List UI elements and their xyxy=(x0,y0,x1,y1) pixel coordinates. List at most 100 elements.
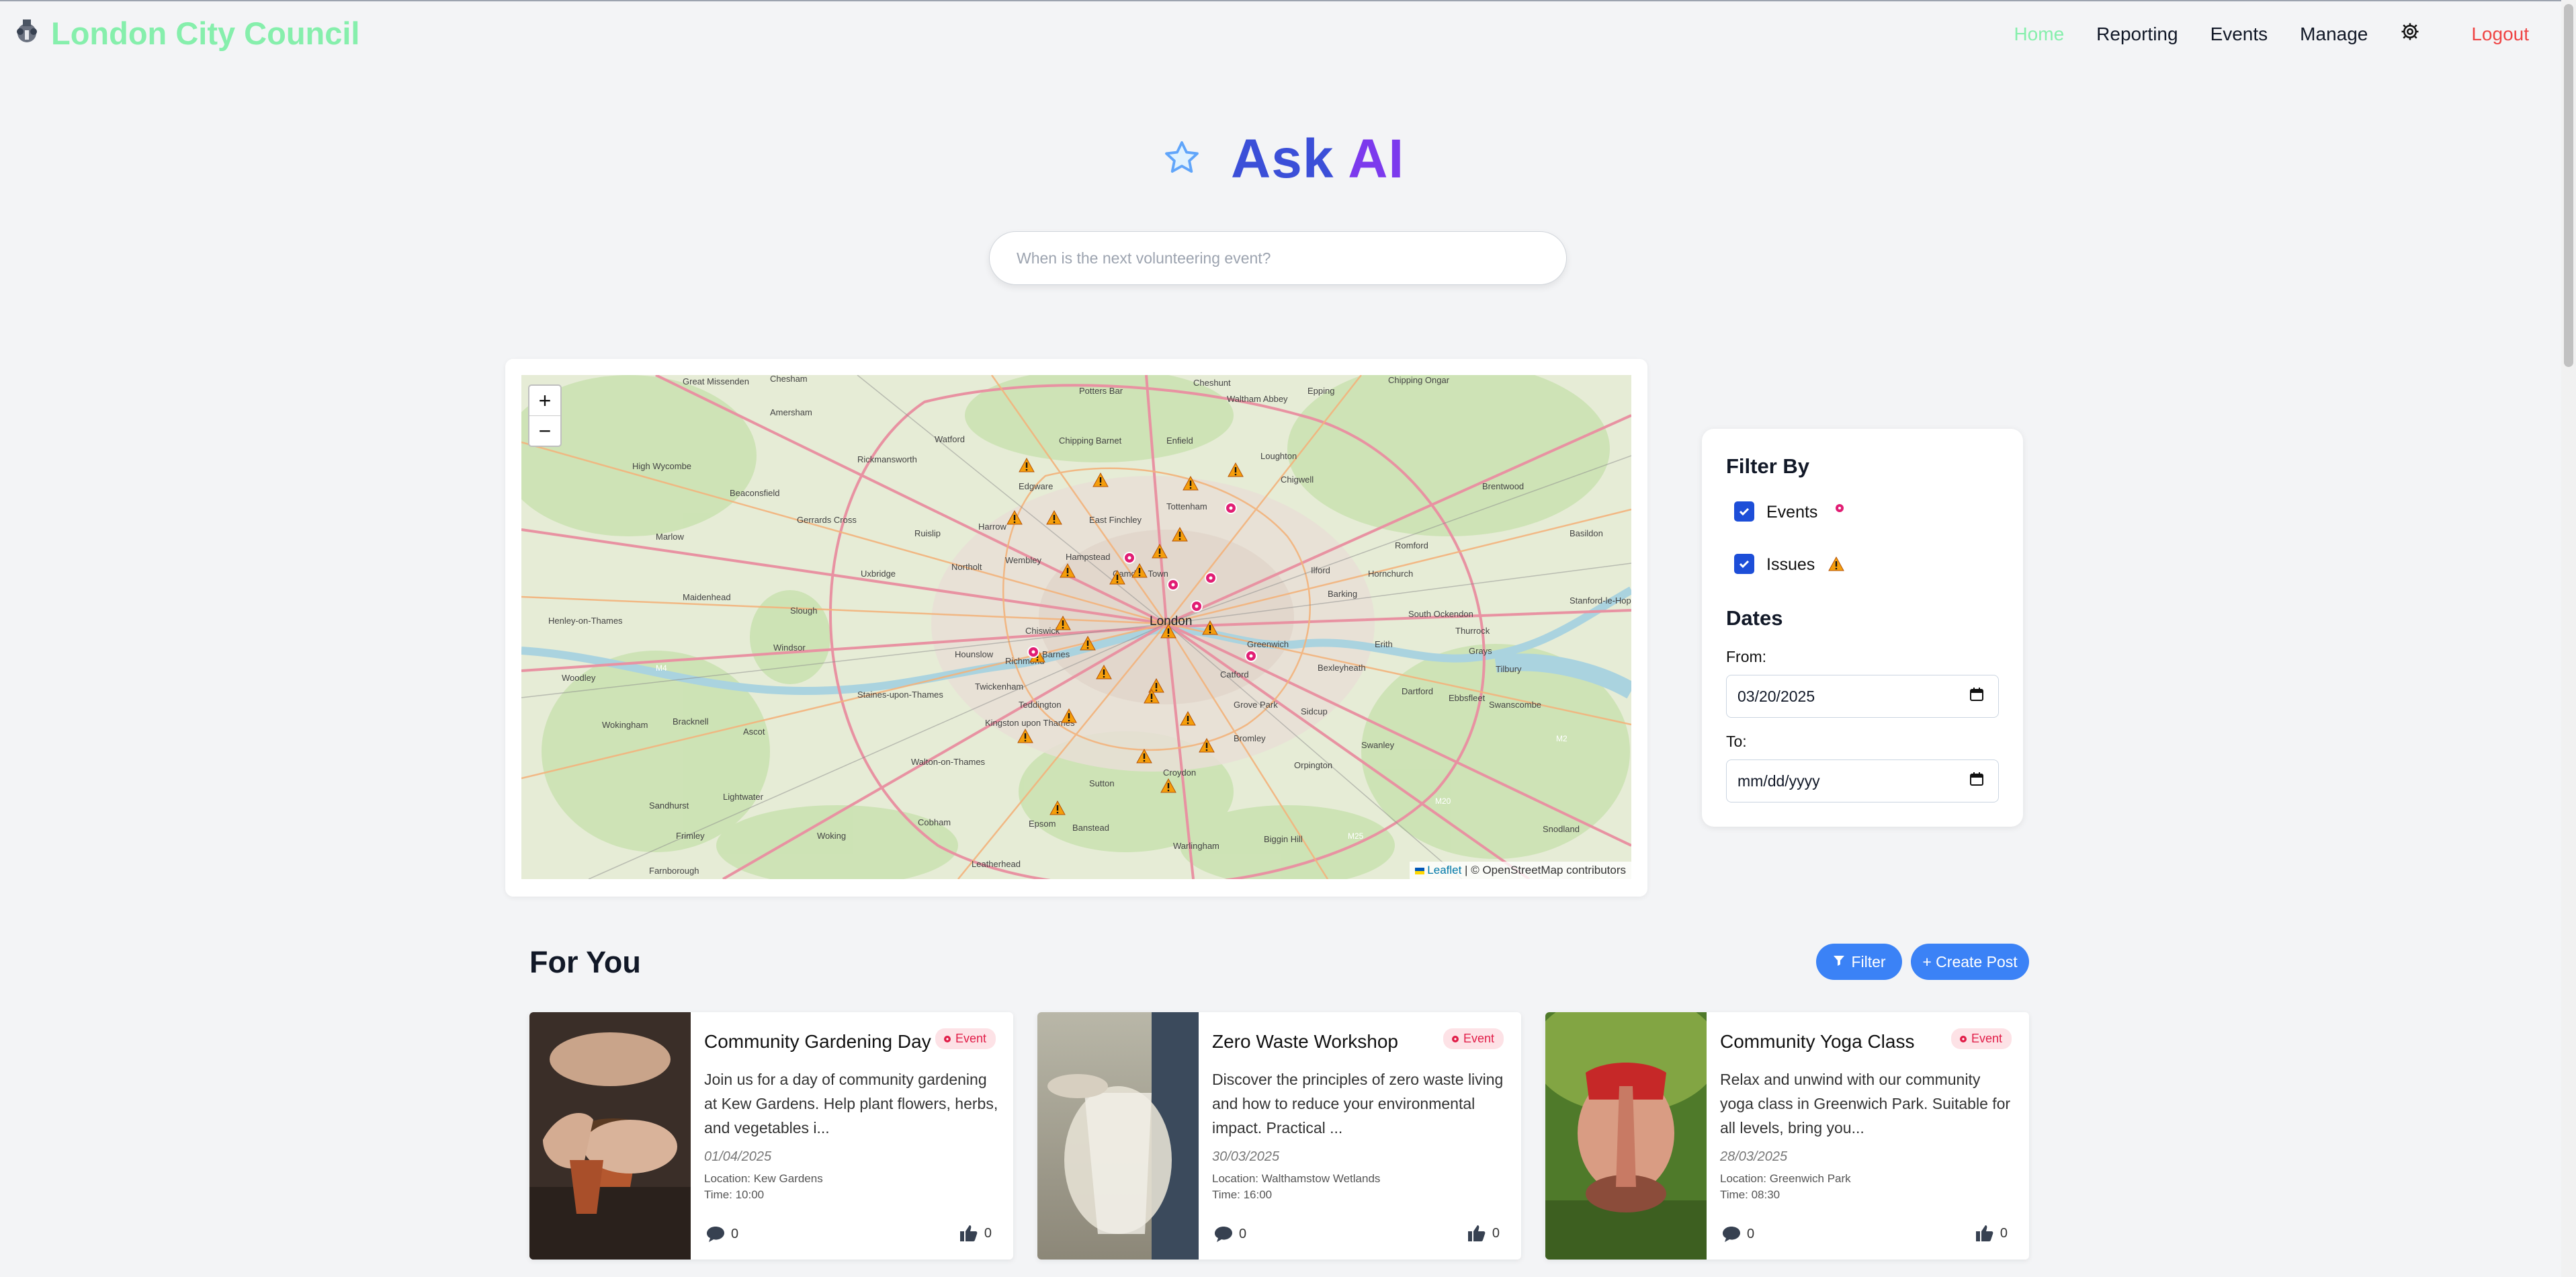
ukraine-flag-icon xyxy=(1414,867,1424,874)
feed-card[interactable]: Community Yoga Class Event Relax and unw… xyxy=(1545,1012,2029,1260)
events-checkbox[interactable] xyxy=(1734,501,1754,522)
map-label: M4 xyxy=(656,663,667,673)
map-label: Epping xyxy=(1307,386,1334,396)
post-location: Location: Kew Gardens xyxy=(704,1172,823,1185)
ask-ai-search-input[interactable] xyxy=(989,231,1567,285)
post-title[interactable]: Zero Waste Workshop xyxy=(1212,1031,1398,1053)
map-label: Chesham xyxy=(770,375,808,384)
comments-button[interactable]: 0 xyxy=(1213,1225,1246,1243)
map-label: High Wycombe xyxy=(632,461,691,471)
feed-card[interactable]: Zero Waste Workshop Event Discover the p… xyxy=(1037,1012,1521,1260)
zoom-out-button[interactable]: − xyxy=(529,416,560,446)
zoom-in-button[interactable]: + xyxy=(529,386,560,416)
map-label: Northolt xyxy=(951,562,982,572)
event-tag-label: Event xyxy=(955,1032,986,1045)
logout-link[interactable]: Logout xyxy=(2471,24,2529,45)
nav-home-link[interactable]: Home xyxy=(2014,24,2064,45)
dates-heading: Dates xyxy=(1726,606,1783,630)
post-date: 28/03/2025 xyxy=(1720,1149,1788,1164)
like-count: 0 xyxy=(2000,1225,2008,1241)
like-button[interactable]: 0 xyxy=(1975,1223,2008,1243)
map-label: Warlingham xyxy=(1173,841,1219,851)
map-label: Gerrards Cross xyxy=(797,515,857,525)
map-label: Marlow xyxy=(656,532,685,542)
map-label: Waltham Abbey xyxy=(1227,394,1288,404)
map-label: Snodland xyxy=(1543,824,1580,834)
map-label: Beaconsfield xyxy=(730,488,779,498)
map-label: Watford xyxy=(935,434,965,444)
issues-checkbox[interactable] xyxy=(1734,554,1754,574)
map-label: Edgware xyxy=(1019,481,1053,491)
page-scrollbar[interactable] xyxy=(2561,0,2576,1277)
ask-word: Ask xyxy=(1231,128,1334,190)
map-label: M25 xyxy=(1348,831,1364,841)
map-label: Barking xyxy=(1328,589,1357,599)
issues-checkbox-label: Issues xyxy=(1766,555,1815,574)
to-label: To: xyxy=(1726,733,1747,750)
map-label: Uxbridge xyxy=(861,569,896,579)
map-label: Catford xyxy=(1220,669,1249,679)
comments-button[interactable]: 0 xyxy=(1721,1225,1754,1243)
map-label: Walton-on-Thames xyxy=(911,757,986,767)
post-title[interactable]: Community Yoga Class xyxy=(1720,1031,1914,1053)
map-label: Chipping Ongar xyxy=(1388,375,1450,385)
like-button[interactable]: 0 xyxy=(1467,1223,1500,1243)
post-date: 30/03/2025 xyxy=(1212,1149,1280,1164)
feed-filter-label: Filter xyxy=(1851,952,1886,971)
map-label: M2 xyxy=(1556,734,1568,743)
map-label: Wokingham xyxy=(602,720,648,730)
map-label: Ruislip xyxy=(914,528,941,538)
map-label: Sidcup xyxy=(1301,706,1328,716)
comment-count: 0 xyxy=(1747,1226,1755,1241)
nav-events-link[interactable]: Events xyxy=(2210,24,2268,45)
map-label: Tilbury xyxy=(1496,664,1522,674)
feed-card[interactable]: Community Gardening Day Event Join us fo… xyxy=(529,1012,1013,1260)
map-label: Lightwater xyxy=(723,792,764,802)
nav-manage-link[interactable]: Manage xyxy=(2300,24,2368,45)
like-count: 0 xyxy=(984,1225,992,1241)
events-checkbox-label: Events xyxy=(1766,503,1818,522)
star-icon xyxy=(1162,138,1201,181)
post-image xyxy=(1545,1012,1720,1260)
map-label: Windsor xyxy=(773,643,806,653)
map-label: Stanford-le-Hope xyxy=(1570,595,1631,606)
calendar-icon[interactable] xyxy=(1969,771,1985,791)
filter-panel: Filter By Events Issues Dates From: 03/2… xyxy=(1702,429,2023,827)
comments-button[interactable]: 0 xyxy=(705,1225,738,1243)
create-post-button[interactable]: + Create Post xyxy=(1911,944,2029,980)
comment-icon xyxy=(707,1227,724,1242)
map-label: Chiswick xyxy=(1025,626,1060,636)
map-label: Bracknell xyxy=(673,716,709,727)
scrollbar-thumb[interactable] xyxy=(2564,4,2573,367)
event-tag-label: Event xyxy=(1971,1032,2002,1045)
from-date-value: 03/20/2025 xyxy=(1737,687,1815,705)
comment-icon xyxy=(1723,1227,1740,1242)
like-button[interactable]: 0 xyxy=(959,1223,992,1243)
map-label: Henley-on-Thames xyxy=(548,616,623,626)
feed-filter-button[interactable]: Filter xyxy=(1816,944,1902,980)
site-logo[interactable]: London City Council xyxy=(12,15,360,52)
to-date-input[interactable]: mm/dd/yyyy xyxy=(1726,759,1999,802)
map-label: Slough xyxy=(790,606,817,616)
map-card: London Enfield Edgware Chipping Barnet W… xyxy=(505,359,1647,897)
map-view[interactable]: London Enfield Edgware Chipping Barnet W… xyxy=(521,375,1631,879)
post-image xyxy=(1037,1012,1199,1260)
ai-word: AI xyxy=(1348,128,1405,190)
map-label: Twickenham xyxy=(975,682,1023,692)
map-zoom-control: + − xyxy=(528,384,562,447)
map-label: Farnborough xyxy=(649,866,699,876)
map-label: Hornchurch xyxy=(1368,569,1413,579)
post-title[interactable]: Community Gardening Day xyxy=(704,1031,931,1053)
to-date-placeholder: mm/dd/yyyy xyxy=(1737,772,1820,790)
post-location: Location: Walthamstow Wetlands xyxy=(1212,1172,1381,1185)
map-label: Ilford xyxy=(1311,565,1330,575)
nav-reporting-link[interactable]: Reporting xyxy=(2096,24,2178,45)
calendar-icon[interactable] xyxy=(1969,686,1985,706)
leaflet-link[interactable]: Leaflet xyxy=(1427,864,1461,876)
settings-gear-icon[interactable] xyxy=(2400,22,2420,46)
post-time: Time: 08:30 xyxy=(1720,1188,1780,1201)
map-label: Basildon xyxy=(1570,528,1603,538)
map-attribution: Leaflet | © OpenStreetMap contributors xyxy=(1409,862,1631,879)
event-pin-icon xyxy=(943,1035,951,1042)
from-date-input[interactable]: 03/20/2025 xyxy=(1726,675,1999,718)
